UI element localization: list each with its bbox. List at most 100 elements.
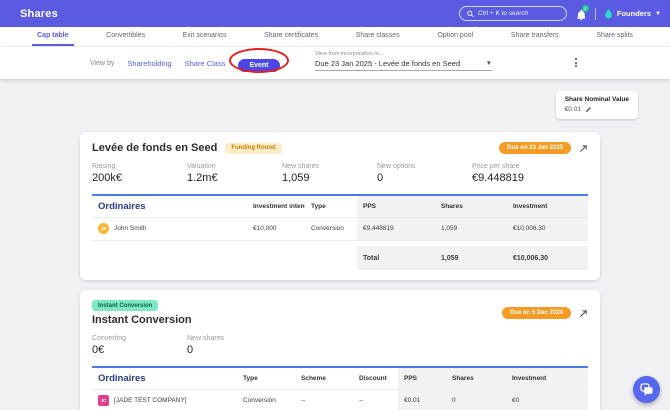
event-title: Instant Conversion	[92, 314, 192, 326]
more-options-button[interactable]	[573, 56, 579, 69]
col-pps: PPS	[357, 195, 435, 217]
chat-bubbles-icon	[640, 383, 653, 396]
total-label: Total	[357, 246, 435, 270]
share-class-header: Ordinaires	[92, 195, 247, 217]
avatar: JC	[98, 395, 109, 406]
chevron-down-icon: ▼	[655, 11, 661, 17]
stat-value: 0	[377, 172, 472, 184]
cell-discount: --	[353, 389, 398, 410]
stat-value: 1.2m€	[187, 172, 282, 184]
event-stats: Raising 200k€ Valuation 1.2m€ New shares 1,…	[92, 163, 588, 184]
stat-value: 0€	[92, 344, 187, 356]
view-by-event[interactable]: Event	[238, 59, 279, 72]
table-row[interactable]: JC[JADE TEST COMPANY] Conversion -- -- €…	[92, 389, 588, 410]
expand-event-button[interactable]	[579, 144, 588, 153]
stat-label: Price per share	[472, 163, 567, 170]
app-bar: Shares 2 Founders ▼	[0, 0, 670, 27]
avatar: JS	[98, 223, 109, 234]
stat-label: Converting	[92, 335, 187, 342]
expand-icon	[579, 144, 588, 153]
col-pps: PPS	[398, 367, 446, 389]
view-range-select[interactable]: View from incorporation to... Due 23 Jan…	[315, 51, 492, 71]
search-icon	[467, 10, 474, 18]
stat-value: 200k€	[92, 172, 187, 184]
col-investment: Investment	[507, 195, 588, 217]
shareholders-table: Ordinaires Type Scheme Discount PPS Shar…	[92, 366, 588, 410]
stat-value: 0	[187, 344, 282, 356]
shareholders-table: Ordinaires Investment intent Type PPS Sh…	[92, 194, 588, 270]
shareholder-name: [JADE TEST COMPANY]	[114, 397, 187, 404]
col-investment: Investment	[506, 367, 588, 389]
account-menu[interactable]: Founders ▼	[604, 8, 661, 19]
notification-badge: 2	[582, 5, 589, 12]
view-range-value: Due 23 Jan 2025 - Levée de fonds en Seed	[315, 59, 460, 68]
event-card-funding-round: Levée de fonds en Seed Funding Round Due…	[80, 132, 600, 280]
tab-share-certificates[interactable]: Share certificates	[259, 27, 323, 46]
event-title: Levée de fonds en Seed	[92, 142, 217, 154]
main-content: Share Nominal Value €0.01 Levée de fonds…	[0, 79, 670, 410]
chat-widget-button[interactable]	[633, 376, 660, 403]
cell-scheme: --	[295, 389, 353, 410]
appbar-actions: 2 Founders ▼	[459, 6, 661, 21]
edit-icon[interactable]	[585, 106, 592, 113]
share-nominal-value-card: Share Nominal Value €0.01	[556, 91, 638, 119]
col-scheme: Scheme	[295, 367, 353, 389]
appbar-divider	[595, 8, 596, 20]
table-total-row: Total 1,059 €10,006.30	[92, 246, 588, 270]
tab-bar: Cap table Convertibles Exit scenarios Sh…	[0, 27, 670, 47]
table-row[interactable]: JS John Smith €10,000 Conversion €9.44881…	[92, 217, 588, 240]
cell-type: Conversion	[305, 217, 357, 240]
view-controls-bar: View by Shareholding Share Class Event V…	[0, 47, 670, 79]
share-class-header: Ordinaires	[92, 367, 237, 389]
view-by-label: View by	[90, 60, 114, 67]
cell-shares: 0	[446, 389, 506, 410]
total-shares: 1,059	[435, 246, 507, 270]
col-investment-intent: Investment intent	[247, 195, 305, 217]
event-stats: Converting0€ New shares0	[92, 335, 588, 356]
cell-pps: €9.448819	[357, 217, 435, 240]
select-caret-icon: ▼	[486, 60, 492, 67]
col-type: Type	[305, 195, 357, 217]
global-search[interactable]	[459, 6, 567, 21]
cell-investment: €0	[506, 389, 588, 410]
stat-label: New options	[377, 163, 472, 170]
event-type-badge: Instant Conversion	[92, 300, 158, 311]
cell-pps: €0.01	[398, 389, 446, 410]
table-header-row: Ordinaires Type Scheme Discount PPS Shar…	[92, 367, 588, 389]
cell-shares: 1,059	[435, 217, 507, 240]
stat-value: 1,059	[282, 172, 377, 184]
event-type-badge: Funding Round	[225, 143, 281, 154]
notifications-button[interactable]: 2	[575, 8, 587, 20]
droplet-icon	[604, 8, 613, 19]
nominal-title: Share Nominal Value	[565, 96, 629, 103]
shareholder-name: John Smith	[114, 225, 147, 232]
account-name: Founders	[617, 9, 651, 18]
col-discount: Discount	[353, 367, 398, 389]
search-input[interactable]	[478, 10, 559, 17]
stat-label: Raising	[92, 163, 187, 170]
expand-event-button[interactable]	[579, 309, 588, 318]
event-card-instant-conversion: Instant Conversion Instant Conversion Du…	[80, 290, 600, 410]
stat-label: New shares	[282, 163, 377, 170]
view-by-shareholding[interactable]: Shareholding	[127, 59, 171, 68]
nominal-value: €0.01	[565, 106, 581, 113]
total-investment: €10,006.30	[507, 246, 588, 270]
tab-share-splits[interactable]: Share splits	[591, 27, 638, 46]
view-by-share-class[interactable]: Share Class	[185, 59, 226, 68]
tab-exit-scenarios[interactable]: Exit scenarios	[178, 27, 232, 46]
tab-option-pool[interactable]: Option pool	[432, 27, 478, 46]
view-range-label: View from incorporation to...	[315, 51, 492, 57]
col-type: Type	[237, 367, 295, 389]
col-shares: Shares	[435, 195, 507, 217]
stat-label: Valuation	[187, 163, 282, 170]
expand-icon	[579, 309, 588, 318]
tab-share-transfers[interactable]: Share transfers	[506, 27, 564, 46]
tab-cap-table[interactable]: Cap table	[32, 27, 74, 46]
due-date-badge: Due on 5 Dec 2024	[502, 307, 571, 319]
tab-convertibles[interactable]: Convertibles	[101, 27, 150, 46]
due-date-badge: Due on 23 Jan 2025	[499, 142, 571, 154]
col-shares: Shares	[446, 367, 506, 389]
table-header-row: Ordinaires Investment intent Type PPS Sh…	[92, 195, 588, 217]
cell-intent: €10,000	[247, 217, 305, 240]
tab-share-classes[interactable]: Share classes	[351, 27, 405, 46]
